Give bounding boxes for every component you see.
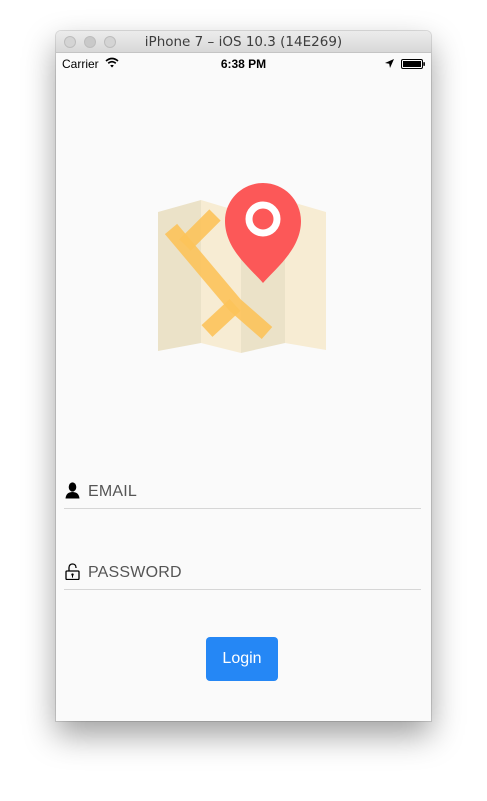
status-bar: Carrier 6:38 PM bbox=[56, 53, 431, 73]
email-label: EMAIL bbox=[88, 483, 138, 500]
map-pin-icon bbox=[158, 183, 326, 353]
unlocked-padlock-icon bbox=[65, 563, 80, 580]
user-icon bbox=[65, 482, 80, 499]
email-field[interactable]: EMAIL bbox=[64, 476, 421, 509]
map-panel-left bbox=[158, 200, 201, 351]
status-time: 6:38 PM bbox=[220, 57, 267, 71]
battery-icon bbox=[401, 59, 425, 69]
password-field[interactable]: PASSWORD bbox=[64, 557, 421, 590]
password-label: PASSWORD bbox=[88, 564, 182, 581]
simulator-window: iPhone 7 – iOS 10.3 (14E269) Carrier 6:3… bbox=[56, 31, 431, 721]
location-icon bbox=[385, 59, 394, 68]
login-button[interactable]: Login bbox=[206, 637, 278, 681]
window-title: iPhone 7 – iOS 10.3 (14E269) bbox=[144, 34, 343, 50]
window-titlebar: iPhone 7 – iOS 10.3 (14E269) bbox=[56, 31, 431, 53]
